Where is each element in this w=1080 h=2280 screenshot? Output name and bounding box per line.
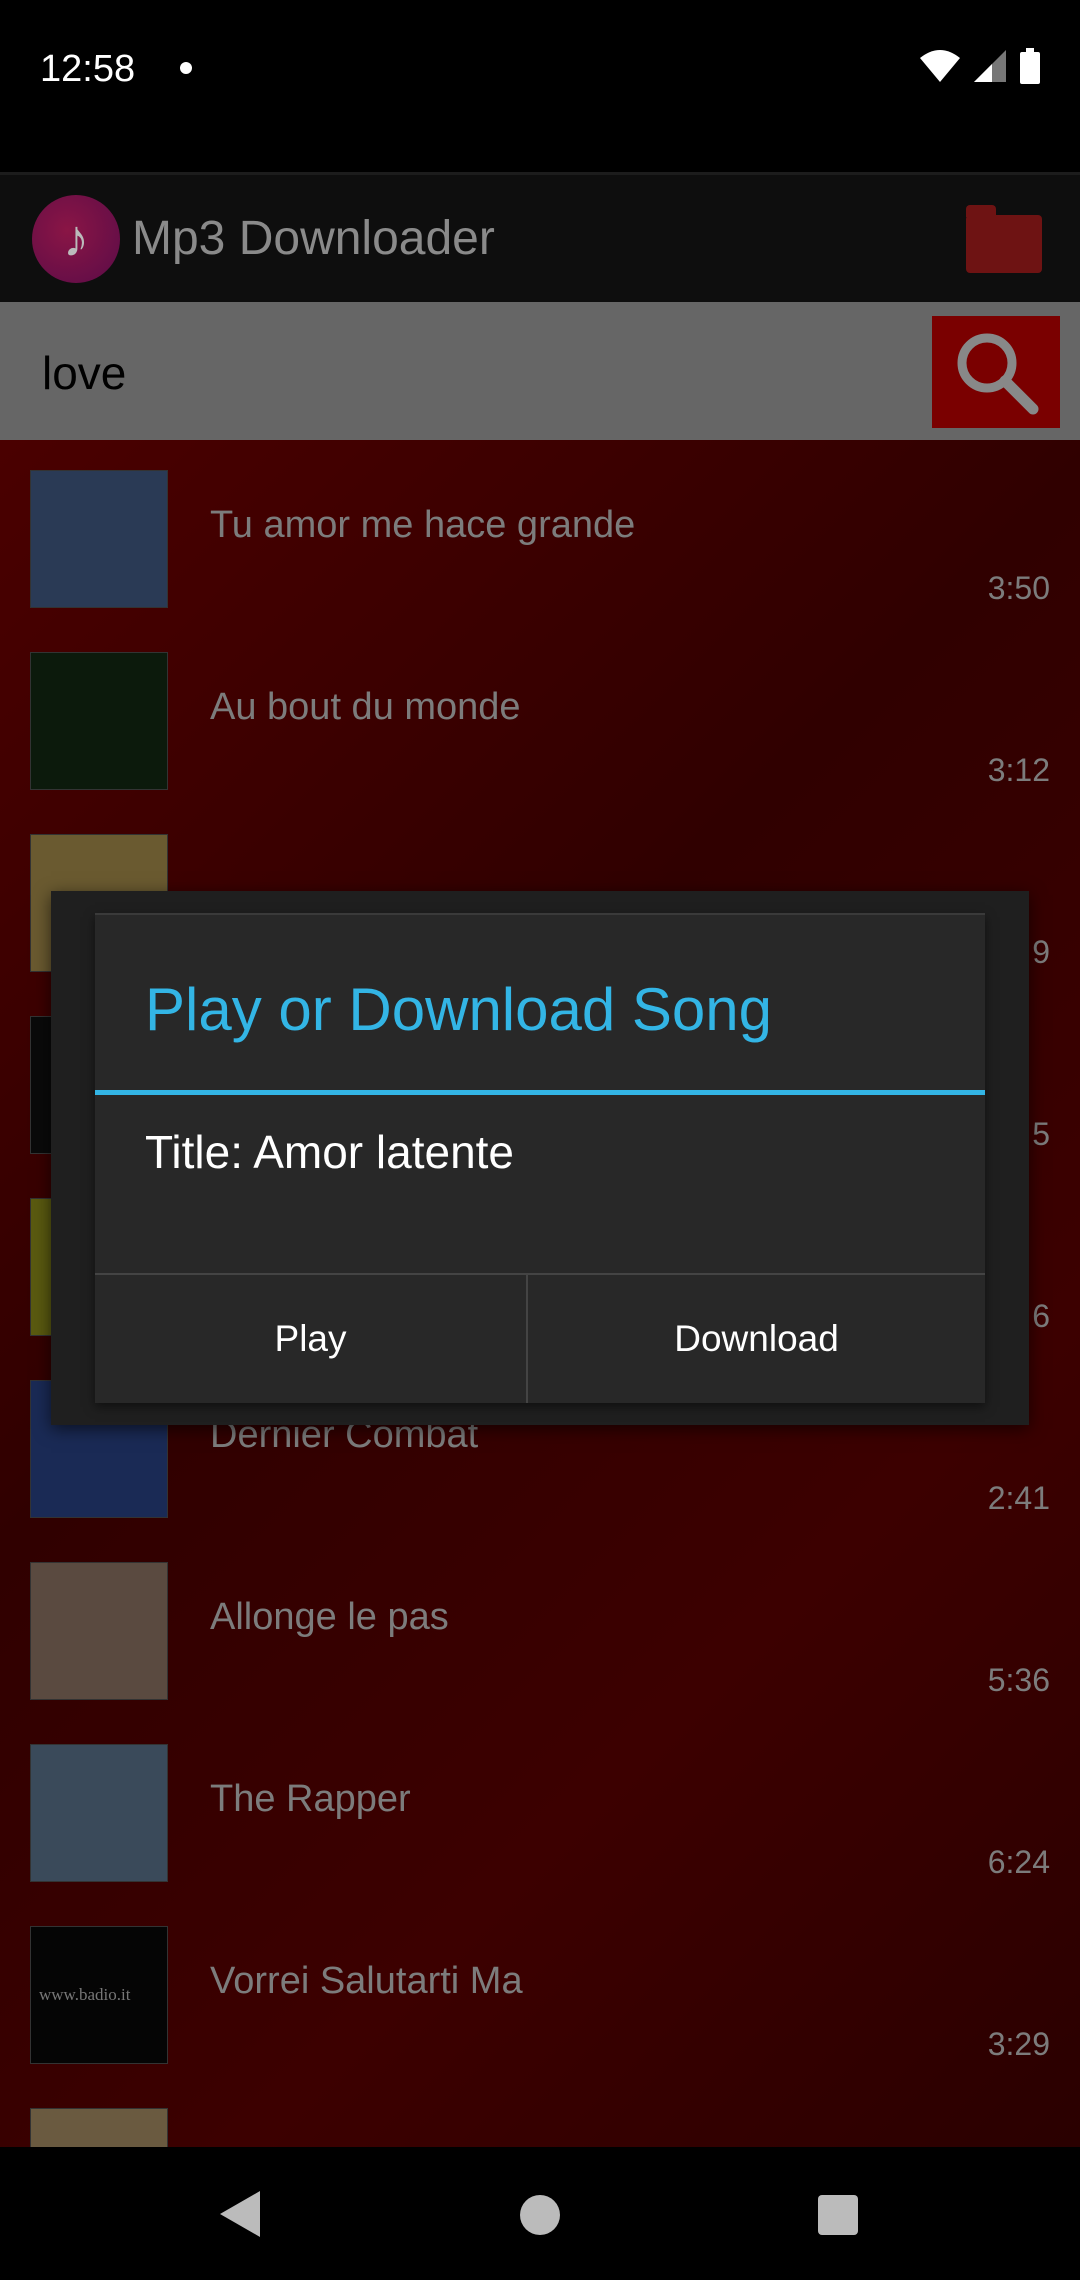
wifi-icon [920, 50, 960, 82]
song-title: Allonge le pas [210, 1596, 449, 1638]
song-duration: 6:24 [987, 1844, 1050, 1880]
album-art: www.badio.it [30, 1926, 168, 2064]
song-duration: 5 [1032, 1116, 1050, 1152]
song-duration: 9 [1032, 934, 1050, 970]
app-logo-icon: ♪ [32, 195, 120, 283]
back-icon[interactable] [220, 2191, 260, 2237]
status-bar: 12:58 [0, 0, 1080, 172]
app-title: Mp3 Downloader [132, 212, 495, 265]
clock: 12:58 [40, 48, 136, 90]
search-icon [957, 333, 1039, 415]
dialog-backdrop: Play or Download Song Title: Amor latent… [51, 891, 1029, 1425]
song-duration: 5:36 [987, 1662, 1050, 1698]
song-title: Au bout du monde [210, 686, 521, 728]
download-button[interactable]: Download [526, 1275, 985, 1403]
song-duration: 6 [1032, 1298, 1050, 1334]
album-art-text: www.badio.it [39, 1985, 131, 2004]
album-art [30, 2108, 168, 2147]
album-art [30, 1744, 168, 1882]
song-list-item[interactable] [0, 2078, 1080, 2147]
play-button[interactable]: Play [95, 1275, 526, 1403]
song-title: Tu amor me hace grande [210, 504, 636, 546]
recents-icon[interactable] [818, 2195, 858, 2235]
app-toolbar: ♪ Mp3 Downloader [0, 172, 1080, 302]
song-list-item[interactable]: www.badio.it Vorrei Salutarti Ma 3:29 [0, 1896, 1080, 2078]
dialog-divider [95, 1090, 985, 1095]
song-duration: 3:50 [987, 570, 1050, 606]
screen: 12:58 ♪ Mp3 Downloader love Tu amor me h… [0, 0, 1080, 2280]
battery-icon [1020, 48, 1040, 84]
dialog-message: Title: Amor latente [145, 1126, 515, 1178]
home-icon[interactable] [520, 2195, 560, 2235]
song-list-item[interactable]: The Rapper 6:24 [0, 1714, 1080, 1896]
play-download-dialog: Play or Download Song Title: Amor latent… [95, 913, 985, 1403]
album-art [30, 1562, 168, 1700]
song-list-item[interactable]: Au bout du monde 3:12 [0, 622, 1080, 804]
song-duration: 2:41 [987, 1480, 1050, 1516]
song-list-item[interactable]: Allonge le pas 5:36 [0, 1532, 1080, 1714]
song-title: The Rapper [210, 1778, 411, 1820]
song-duration: 3:12 [987, 752, 1050, 788]
song-list-item[interactable]: Tu amor me hace grande 3:50 [0, 440, 1080, 622]
folder-icon[interactable] [966, 205, 1042, 273]
song-duration: 3:29 [987, 2026, 1050, 2062]
album-art [30, 470, 168, 608]
song-title: Vorrei Salutarti Ma [210, 1960, 523, 2002]
search-input[interactable]: love [42, 346, 126, 400]
notification-dot-icon [180, 62, 192, 74]
album-art [30, 652, 168, 790]
navigation-bar [0, 2147, 1080, 2280]
search-bar: love [0, 302, 1080, 440]
signal-icon [974, 50, 1006, 82]
search-button[interactable] [932, 316, 1060, 428]
dialog-title: Play or Download Song [145, 976, 773, 1043]
